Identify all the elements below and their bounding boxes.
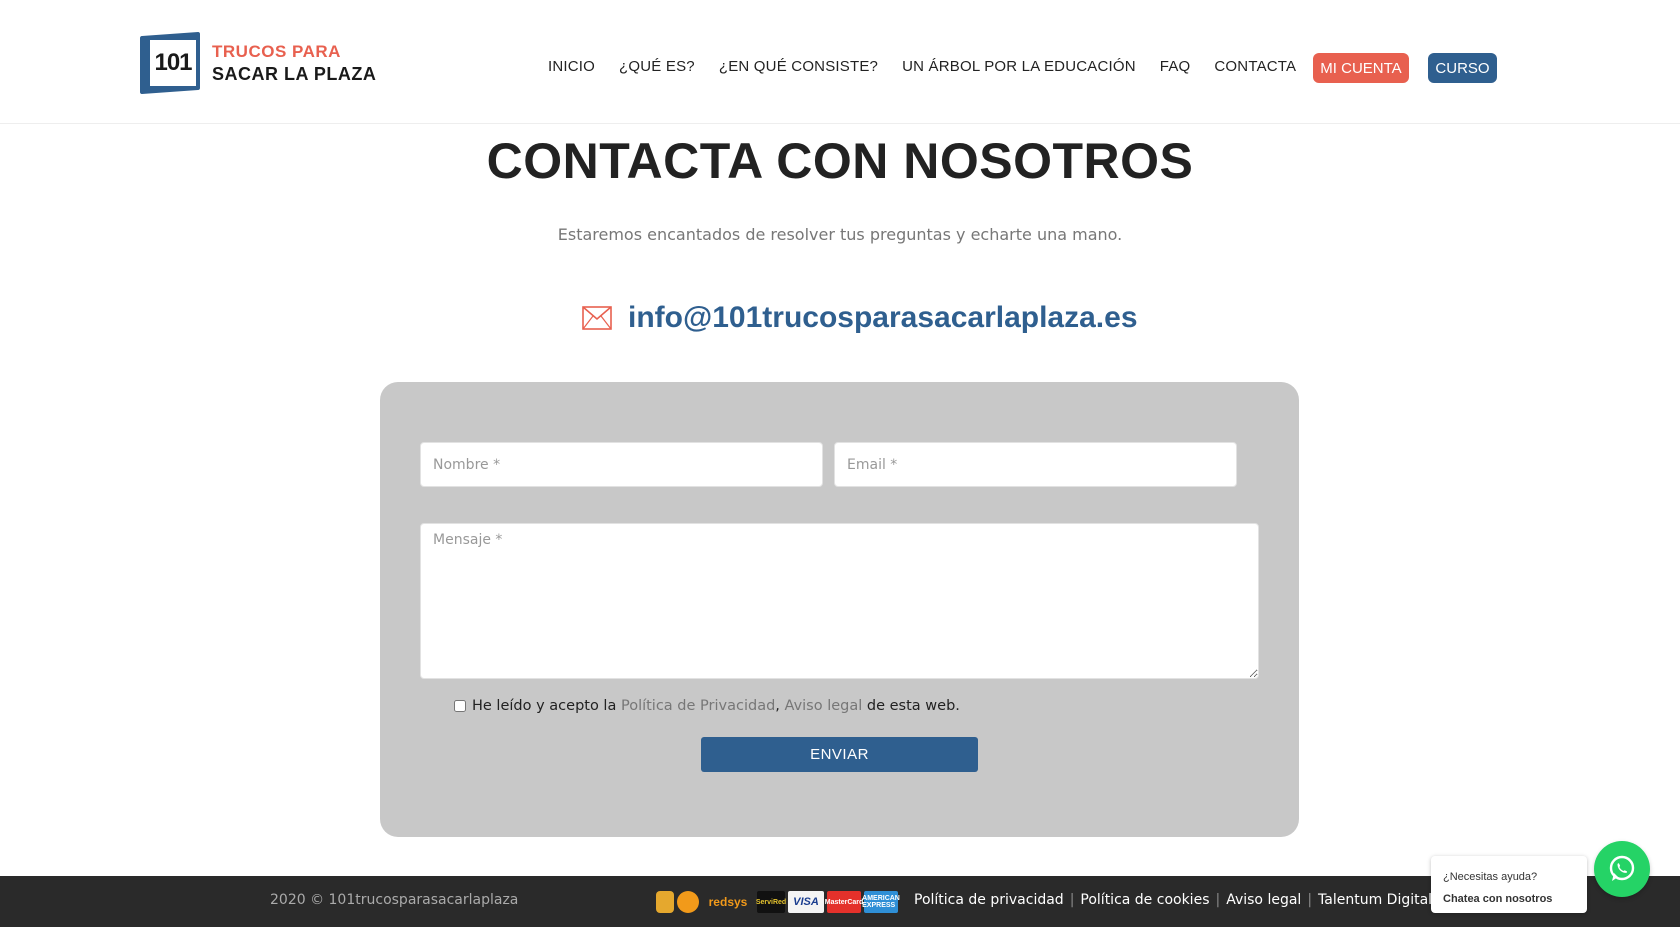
copyright-text: 2020 © 101trucosparasacarlaplaza xyxy=(270,892,519,908)
logo-number: 101 xyxy=(148,38,198,88)
site-footer: 2020 © 101trucosparasacarlaplaza redsys … xyxy=(0,876,1680,927)
amex-logo: AMERICAN EXPRESS xyxy=(862,891,900,913)
redsys-sun-icon xyxy=(677,891,699,913)
whatsapp-prompt: ¿Necesitas ayuda? xyxy=(1443,871,1538,883)
nombre-field[interactable] xyxy=(420,442,823,487)
mi-cuenta-button[interactable]: MI CUENTA xyxy=(1313,53,1409,83)
visa-logo: VISA xyxy=(788,891,824,913)
nav-item-faq[interactable]: FAQ xyxy=(1160,58,1191,75)
footer-separator: | xyxy=(1215,892,1221,908)
consent-prefix: He leído y acepto la xyxy=(472,698,621,714)
whatsapp-button[interactable] xyxy=(1594,841,1650,897)
nav-item-contacta[interactable]: CONTACTA xyxy=(1214,58,1296,75)
contact-form: He leído y acepto la Política de Privaci… xyxy=(380,382,1299,837)
whatsapp-icon xyxy=(1609,855,1635,881)
contact-email-row: info@101trucosparasacarlaplaza.es xyxy=(582,296,1138,340)
contact-email-link[interactable]: info@101trucosparasacarlaplaza.es xyxy=(628,301,1138,335)
curso-button[interactable]: CURSO xyxy=(1428,53,1497,83)
consent-comma: , xyxy=(775,698,785,714)
site-logo[interactable]: 101 TRUCOS PARA SACAR LA PLAZA xyxy=(140,31,380,95)
submit-button[interactable]: ENVIAR xyxy=(701,737,978,772)
redsys-logo: redsys xyxy=(708,895,748,909)
mensaje-field[interactable] xyxy=(420,523,1259,679)
logo-cube-icon: 101 xyxy=(140,31,200,95)
envelope-icon xyxy=(582,306,612,330)
consent-suffix: de esta web. xyxy=(862,698,960,714)
logo-line2: SACAR LA PLAZA xyxy=(212,64,377,84)
footer-link-privacidad[interactable]: Política de privacidad xyxy=(914,892,1064,908)
whatsapp-cta: Chatea con nosotros xyxy=(1443,893,1553,905)
footer-link-cookies[interactable]: Política de cookies xyxy=(1080,892,1209,908)
servired-logo: ServiRed xyxy=(756,891,786,913)
main-nav: INICIO ¿QUÉ ES? ¿EN QUÉ CONSISTE? UN ÁRB… xyxy=(548,58,1320,75)
privacy-consent: He leído y acepto la Política de Privaci… xyxy=(454,698,960,714)
footer-separator: | xyxy=(1307,892,1313,908)
email-field[interactable] xyxy=(834,442,1237,487)
nav-item-arbol-educacion[interactable]: UN ÁRBOL POR LA EDUCACIÓN xyxy=(902,58,1136,75)
nav-item-en-que-consiste[interactable]: ¿EN QUÉ CONSISTE? xyxy=(719,58,878,75)
footer-link-aviso-legal[interactable]: Aviso legal xyxy=(1226,892,1301,908)
secure-lock-icon xyxy=(656,891,674,913)
page-title: CONTACTA CON NOSOTROS xyxy=(486,133,1194,189)
logo-text: TRUCOS PARA SACAR LA PLAZA xyxy=(212,41,376,85)
footer-link-talentum[interactable]: Talentum Digital xyxy=(1318,892,1432,908)
legal-notice-link[interactable]: Aviso legal xyxy=(785,698,863,714)
logo-line1: TRUCOS PARA xyxy=(212,42,341,61)
mastercard-logo: MasterCard xyxy=(825,891,863,913)
privacy-policy-link[interactable]: Política de Privacidad xyxy=(621,698,775,714)
privacy-checkbox[interactable] xyxy=(454,700,466,712)
payment-logos: redsys ServiRed VISA MasterCard AMERICAN… xyxy=(656,888,900,916)
page-subtitle: Estaremos encantados de resolver tus pre… xyxy=(557,225,1123,244)
site-header: 101 TRUCOS PARA SACAR LA PLAZA INICIO ¿Q… xyxy=(0,0,1680,124)
whatsapp-chat-bubble[interactable]: ¿Necesitas ayuda? Chatea con nosotros xyxy=(1431,856,1587,913)
nav-item-inicio[interactable]: INICIO xyxy=(548,58,595,75)
nav-item-que-es[interactable]: ¿QUÉ ES? xyxy=(619,58,695,75)
footer-links: Política de privacidad | Política de cooki… xyxy=(914,892,1432,908)
footer-separator: | xyxy=(1069,892,1075,908)
